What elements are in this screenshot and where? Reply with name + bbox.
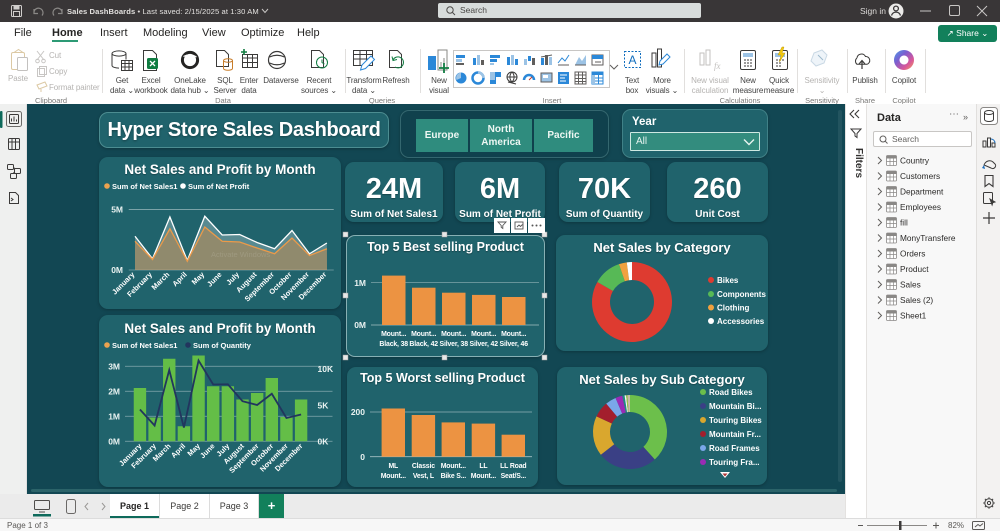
svg-text:Product: Product xyxy=(900,264,929,274)
svg-text:2M: 2M xyxy=(108,387,120,397)
svg-text:10K: 10K xyxy=(318,364,334,374)
svg-text:Customers: Customers xyxy=(900,171,940,181)
svg-text:June: June xyxy=(198,442,217,461)
svg-text:Bikes: Bikes xyxy=(717,276,739,285)
svg-text:May: May xyxy=(190,269,207,286)
svg-text:Vest, L: Vest, L xyxy=(413,473,434,480)
svg-text:Sales (2): Sales (2) xyxy=(900,295,933,305)
svg-text:Touring Bikes: Touring Bikes xyxy=(709,416,762,425)
svg-text:Mount...: Mount... xyxy=(471,473,496,480)
svg-text:Sum of Net Profit: Sum of Net Profit xyxy=(188,182,250,191)
svg-text:June: June xyxy=(205,270,224,289)
svg-text:3M: 3M xyxy=(108,362,120,372)
svg-text:Country: Country xyxy=(900,156,930,166)
svg-text:A: A xyxy=(628,53,636,67)
svg-text:Mountain Bi...: Mountain Bi... xyxy=(709,402,761,411)
svg-text:0: 0 xyxy=(360,452,365,462)
svg-text:Mount...: Mount... xyxy=(441,463,466,470)
svg-text:Filters: Filters xyxy=(853,148,864,178)
svg-text:5M: 5M xyxy=(111,205,123,215)
svg-text:Components: Components xyxy=(717,290,766,299)
svg-text:200: 200 xyxy=(351,407,365,417)
svg-text:MonyTransfere: MonyTransfere xyxy=(900,233,956,243)
svg-text:March: March xyxy=(150,270,172,292)
svg-text:Sum of Net Sales1: Sum of Net Sales1 xyxy=(112,182,177,191)
svg-text:Touring Fra...: Touring Fra... xyxy=(709,458,760,467)
svg-text:Activate Windows: Activate Windows xyxy=(211,250,270,259)
svg-text:Sum of Net Sales1: Sum of Net Sales1 xyxy=(112,341,177,350)
svg-text:0M: 0M xyxy=(108,437,120,447)
svg-text:1M: 1M xyxy=(108,412,120,422)
svg-text:82%: 82% xyxy=(948,521,964,530)
svg-text:LL: LL xyxy=(479,463,487,470)
svg-text:April: April xyxy=(169,442,187,460)
svg-text:5K: 5K xyxy=(318,401,330,411)
svg-text:Clothing: Clothing xyxy=(717,304,750,313)
svg-text:fx: fx xyxy=(714,61,721,71)
svg-text:Sum of Quantity: Sum of Quantity xyxy=(193,341,252,350)
svg-text:Classic: Classic xyxy=(412,463,435,470)
svg-text:Department: Department xyxy=(900,187,944,197)
svg-text:0M: 0M xyxy=(111,265,123,275)
svg-text:Orders: Orders xyxy=(900,249,925,259)
svg-text:Mountain Fr...: Mountain Fr... xyxy=(709,430,761,439)
svg-text:Seat/S...: Seat/S... xyxy=(501,473,527,480)
svg-text:ML: ML xyxy=(388,463,398,470)
svg-text:fill: fill xyxy=(900,218,908,228)
svg-text:Bike S...: Bike S... xyxy=(441,473,467,480)
svg-text:Mount...: Mount... xyxy=(381,473,406,480)
svg-text:Employees: Employees xyxy=(900,202,941,212)
svg-text:Accessories: Accessories xyxy=(717,317,765,326)
svg-text:Sales: Sales xyxy=(900,280,921,290)
svg-text:April: April xyxy=(170,270,188,288)
svg-text:Sheet1: Sheet1 xyxy=(900,311,927,321)
svg-text:Road Frames: Road Frames xyxy=(709,444,760,453)
svg-text:Road Bikes: Road Bikes xyxy=(709,388,753,397)
svg-text:0K: 0K xyxy=(318,437,330,447)
svg-text:LL Road: LL Road xyxy=(500,463,526,470)
